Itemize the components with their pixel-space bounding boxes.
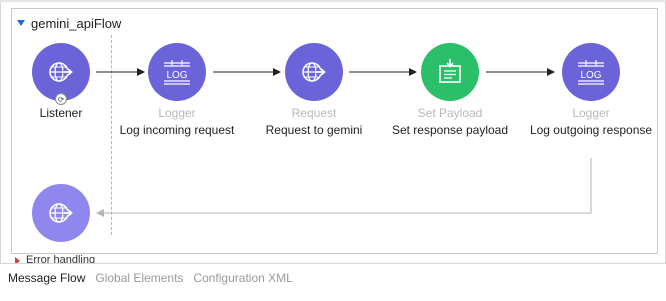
node-name-log-incoming: Log incoming request	[119, 123, 235, 137]
node-type-request: Request	[291, 106, 337, 120]
tab-message-flow[interactable]: Message Flow	[8, 271, 85, 285]
globe-arrow-icon	[49, 203, 73, 223]
sync-badge-icon: ⟳	[55, 93, 67, 105]
globe-arrow-icon	[49, 62, 73, 82]
listener-response-node[interactable]	[32, 184, 90, 242]
error-handling-label: Error handling	[26, 254, 96, 263]
error-handling-section[interactable]: Error handling	[12, 253, 212, 263]
collapse-caret-icon[interactable]	[17, 20, 25, 26]
flow-header[interactable]: gemini_apiFlow	[17, 15, 121, 31]
svg-text:LOG: LOG	[166, 70, 187, 81]
log-icon: LOG	[578, 60, 604, 85]
set-payload-node[interactable]	[421, 43, 479, 101]
flow-title: gemini_apiFlow	[31, 15, 122, 31]
tab-configuration-xml[interactable]: Configuration XML	[193, 271, 292, 285]
node-type-logger-outgoing: Logger	[572, 106, 610, 120]
node-type-set-payload: Set Payload	[417, 106, 483, 120]
node-name-request: Request to gemini	[265, 123, 363, 137]
node-name-set-payload: Set response payload	[391, 123, 509, 137]
node-type-logger-incoming: Logger	[158, 106, 196, 120]
node-name-log-outgoing: Log outgoing response	[529, 123, 653, 137]
tab-global-elements[interactable]: Global Elements	[95, 271, 183, 285]
globe-arrow-icon	[302, 62, 326, 82]
editor-tabs: Message Flow Global Elements Configurati…	[0, 268, 295, 288]
request-node[interactable]	[285, 43, 343, 101]
set-payload-icon	[439, 59, 461, 83]
expand-caret-icon[interactable]	[15, 257, 20, 263]
logger-incoming-node[interactable]: LOG	[148, 43, 206, 101]
logger-outgoing-node[interactable]: LOG	[562, 43, 620, 101]
svg-text:LOG: LOG	[580, 70, 601, 81]
log-icon: LOG	[164, 60, 190, 85]
